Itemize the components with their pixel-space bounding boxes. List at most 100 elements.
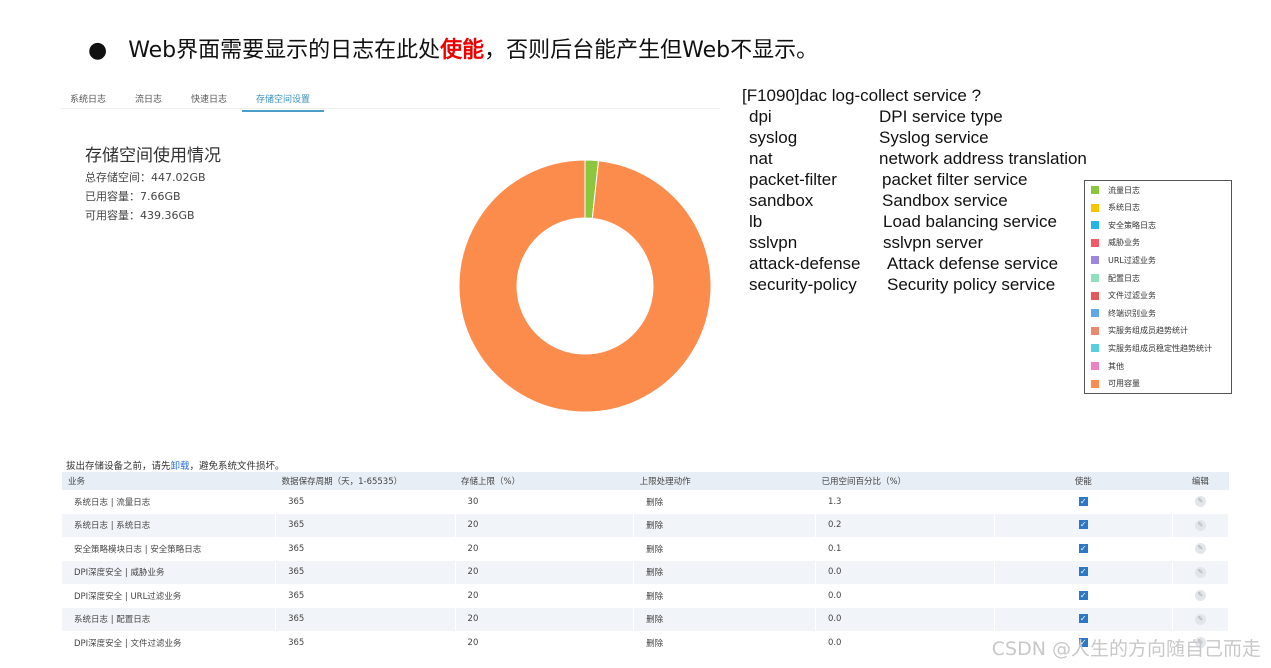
unmount-link[interactable]: 卸载 (171, 461, 190, 472)
legend-label: 终端识别业务 (1108, 308, 1156, 318)
enable-checkbox[interactable]: ✓ (1078, 590, 1088, 600)
column-header: 存储上限（%） (455, 472, 634, 490)
edit-pencil-icon[interactable]: ✎ (1194, 590, 1206, 602)
edit-pencil-icon[interactable]: ✎ (1194, 543, 1206, 555)
cli-help: [F1090]dac log-collect service ? dpi DPI … (742, 85, 1087, 295)
legend-item[interactable]: 安全策略日志 (1091, 219, 1156, 231)
table-cell: 1.3 (815, 490, 995, 514)
cli-description: Syslog service (879, 128, 989, 147)
table-cell: 20 (455, 607, 635, 631)
table-cell: 365 (275, 490, 456, 514)
legend-label: 配置日志 (1108, 273, 1140, 283)
table-cell: 20 (455, 631, 635, 655)
table-cell: 删除 (633, 584, 816, 608)
table-cell: 365 (275, 607, 456, 631)
cli-keyword: syslog (749, 128, 798, 147)
table-cell: 0.0 (815, 631, 995, 655)
table-cell: 20 (455, 537, 635, 561)
legend-label: 流量日志 (1108, 185, 1140, 195)
column-header: 使能 (994, 472, 1173, 490)
legend-item[interactable]: 配置日志 (1091, 272, 1140, 284)
cli-keyword: sslvpn (749, 233, 798, 252)
legend-swatch (1091, 379, 1099, 388)
column-header: 业务 (62, 472, 276, 490)
cli-item: sslvpn sslvpn server (742, 232, 984, 253)
total-storage: 总存储空间：447.02GB (85, 171, 206, 184)
donut-slice[interactable] (458, 159, 712, 413)
legend-swatch (1091, 309, 1099, 318)
tab-flow-log[interactable]: 流日志 (135, 92, 162, 105)
table-cell: DPI深度安全 | 文件过滤业务 (62, 631, 277, 655)
table-cell: 365 (275, 584, 456, 608)
enable-cell: ✓ (994, 584, 1173, 608)
storage-title: 存储空间使用情况 (85, 146, 221, 166)
table-cell: 0.0 (815, 607, 995, 631)
cli-keyword: nat (749, 149, 773, 168)
table-cell: 30 (455, 490, 635, 514)
cli-description: network address translation (879, 149, 1087, 168)
legend-item[interactable]: URL过滤业务 (1091, 254, 1156, 266)
cli-header: [F1090]dac log-collect service ? (742, 86, 982, 105)
cli-keyword: lb (749, 212, 763, 231)
note-text: 拔出存储设备之前，请先 (66, 461, 171, 472)
table-row: DPI深度安全 | 威胁业务 365 20 删除 0.0 ✓ ✎ (62, 560, 1230, 584)
table-cell: 365 (275, 560, 456, 584)
legend-swatch (1091, 221, 1099, 230)
table-cell: DPI深度安全 | 威胁业务 (62, 560, 277, 584)
legend-item[interactable]: 实服务组成员稳定性趋势统计 (1091, 342, 1212, 354)
table-cell: 20 (455, 513, 635, 537)
legend-item[interactable]: 终端识别业务 (1091, 307, 1156, 319)
legend-swatch (1091, 238, 1099, 247)
legend-swatch (1091, 291, 1099, 300)
cli-item: sandbox Sandbox service (742, 190, 1008, 211)
table-cell: 0.0 (815, 584, 995, 608)
edit-pencil-icon[interactable]: ✎ (1194, 519, 1206, 531)
legend-item[interactable]: 实服务组成员趋势统计 (1091, 325, 1188, 337)
legend-item[interactable]: 流量日志 (1091, 184, 1140, 196)
legend-swatch (1091, 256, 1099, 265)
cli-description: sslvpn server (883, 233, 984, 252)
table-cell: 删除 (633, 560, 816, 584)
cli-description: Security policy service (887, 275, 1056, 294)
legend-label: 文件过滤业务 (1108, 291, 1156, 301)
headline-emphasis: 使能 (440, 38, 485, 63)
enable-checkbox[interactable]: ✓ (1078, 614, 1088, 624)
tab-bar: 系统日志 流日志 快速日志 存储空间设置 (60, 86, 720, 112)
table-cell: 删除 (633, 490, 816, 514)
edit-cell: ✎ (1172, 560, 1230, 584)
legend-swatch (1091, 274, 1099, 282)
edit-pencil-icon[interactable]: ✎ (1194, 566, 1206, 578)
edit-pencil-icon[interactable]: ✎ (1194, 496, 1206, 508)
tab-system-log[interactable]: 系统日志 (70, 92, 106, 105)
enable-cell: ✓ (994, 607, 1173, 631)
legend-label: 可用容量 (1108, 379, 1140, 389)
enable-checkbox[interactable]: ✓ (1078, 567, 1088, 577)
tab-quick-log[interactable]: 快速日志 (191, 92, 227, 105)
enable-checkbox[interactable]: ✓ (1078, 543, 1088, 553)
legend-item[interactable]: 其他 (1091, 360, 1124, 372)
legend-item[interactable]: 威胁业务 (1091, 237, 1140, 249)
column-header: 已用空间百分比（%） (815, 472, 995, 490)
edit-cell: ✎ (1172, 513, 1230, 537)
table-row: DPI深度安全 | URL过滤业务 365 20 删除 0.0 ✓ ✎ (62, 584, 1230, 608)
legend-label: 安全策略日志 (1108, 220, 1156, 230)
cli-keyword: security-policy (749, 275, 857, 294)
edit-pencil-icon[interactable]: ✎ (1194, 613, 1206, 625)
enable-cell: ✓ (994, 490, 1173, 514)
legend-item[interactable]: 可用容量 (1091, 378, 1140, 390)
legend-item[interactable]: 文件过滤业务 (1091, 290, 1156, 302)
headline-text: Web界面需要显示的日志在此处 (128, 38, 441, 63)
legend-label: 系统日志 (1108, 203, 1140, 213)
table-cell: 系统日志 | 配置日志 (62, 607, 277, 631)
table-cell: 20 (455, 584, 635, 608)
legend-item[interactable]: 系统日志 (1091, 202, 1140, 214)
storage-donut-chart (458, 159, 712, 413)
tab-storage-settings[interactable]: 存储空间设置 (242, 92, 325, 112)
enable-checkbox[interactable]: ✓ (1078, 496, 1088, 506)
chart-legend: 流量日志系统日志安全策略日志威胁业务 URL过滤业务 配置日志文件过滤业务 终端识别业… (1084, 180, 1232, 394)
cli-keyword: packet-filter (749, 170, 837, 189)
watermark: CSDN @人生的方向随自己而走 (991, 638, 1261, 660)
unmount-note: 拔出存储设备之前，请先卸载，避免系统文件损坏。 (66, 458, 285, 472)
enable-checkbox[interactable]: ✓ (1078, 520, 1088, 530)
table-cell: 365 (275, 513, 456, 537)
